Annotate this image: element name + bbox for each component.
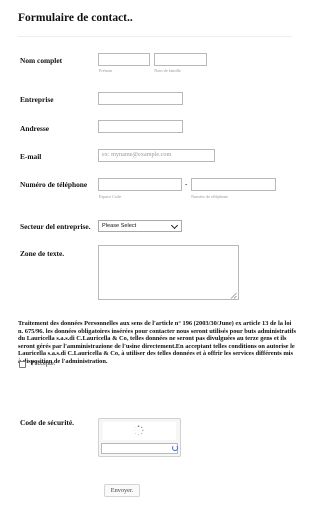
message-label: Zone de texte. <box>20 249 65 258</box>
resize-grip-icon[interactable] <box>230 292 237 299</box>
form-title: Formulaire de contact.. <box>18 12 133 24</box>
first-name-input[interactable] <box>98 53 150 66</box>
refresh-icon[interactable] <box>172 445 178 451</box>
address-input[interactable] <box>98 120 183 133</box>
chevron-down-icon <box>170 221 179 230</box>
phone-separator: - <box>185 180 188 188</box>
accept-label[interactable]: J'accepte. <box>31 360 55 367</box>
title-divider <box>18 36 292 37</box>
phone-area-code-input[interactable] <box>98 178 182 191</box>
first-name-sublabel: Prénom <box>99 68 113 73</box>
address-label: Andresse <box>20 124 50 133</box>
company-label: Entreprise <box>20 95 54 104</box>
accept-checkbox[interactable] <box>19 361 26 368</box>
phone-number-sublabel: Numéro de téléphone <box>191 194 228 199</box>
email-input[interactable]: ex: myname@example.com <box>98 149 215 162</box>
loading-spinner-icon <box>133 425 144 436</box>
captcha-input[interactable] <box>101 443 178 454</box>
submit-button[interactable]: Envoyer. <box>104 484 140 497</box>
sector-select[interactable]: Please Select <box>98 220 182 232</box>
email-label: E-mail <box>20 152 42 161</box>
sector-label: Secteur del entreprise. <box>20 222 91 231</box>
area-code-sublabel: Espace Code <box>99 194 122 199</box>
company-input[interactable] <box>98 92 183 105</box>
security-code-label: Code de sécurité. <box>20 418 74 427</box>
last-name-input[interactable] <box>154 53 207 66</box>
last-name-sublabel: Nom de famille <box>154 68 181 73</box>
sector-selected-value: Please Select <box>102 223 137 229</box>
phone-label: Numéro de téléphone <box>20 180 88 189</box>
message-textarea[interactable] <box>98 245 239 300</box>
full-name-label: Nom complet <box>20 56 63 65</box>
phone-number-input[interactable] <box>191 178 276 191</box>
privacy-notice: Traitement des données Personnelles aux … <box>18 320 296 365</box>
